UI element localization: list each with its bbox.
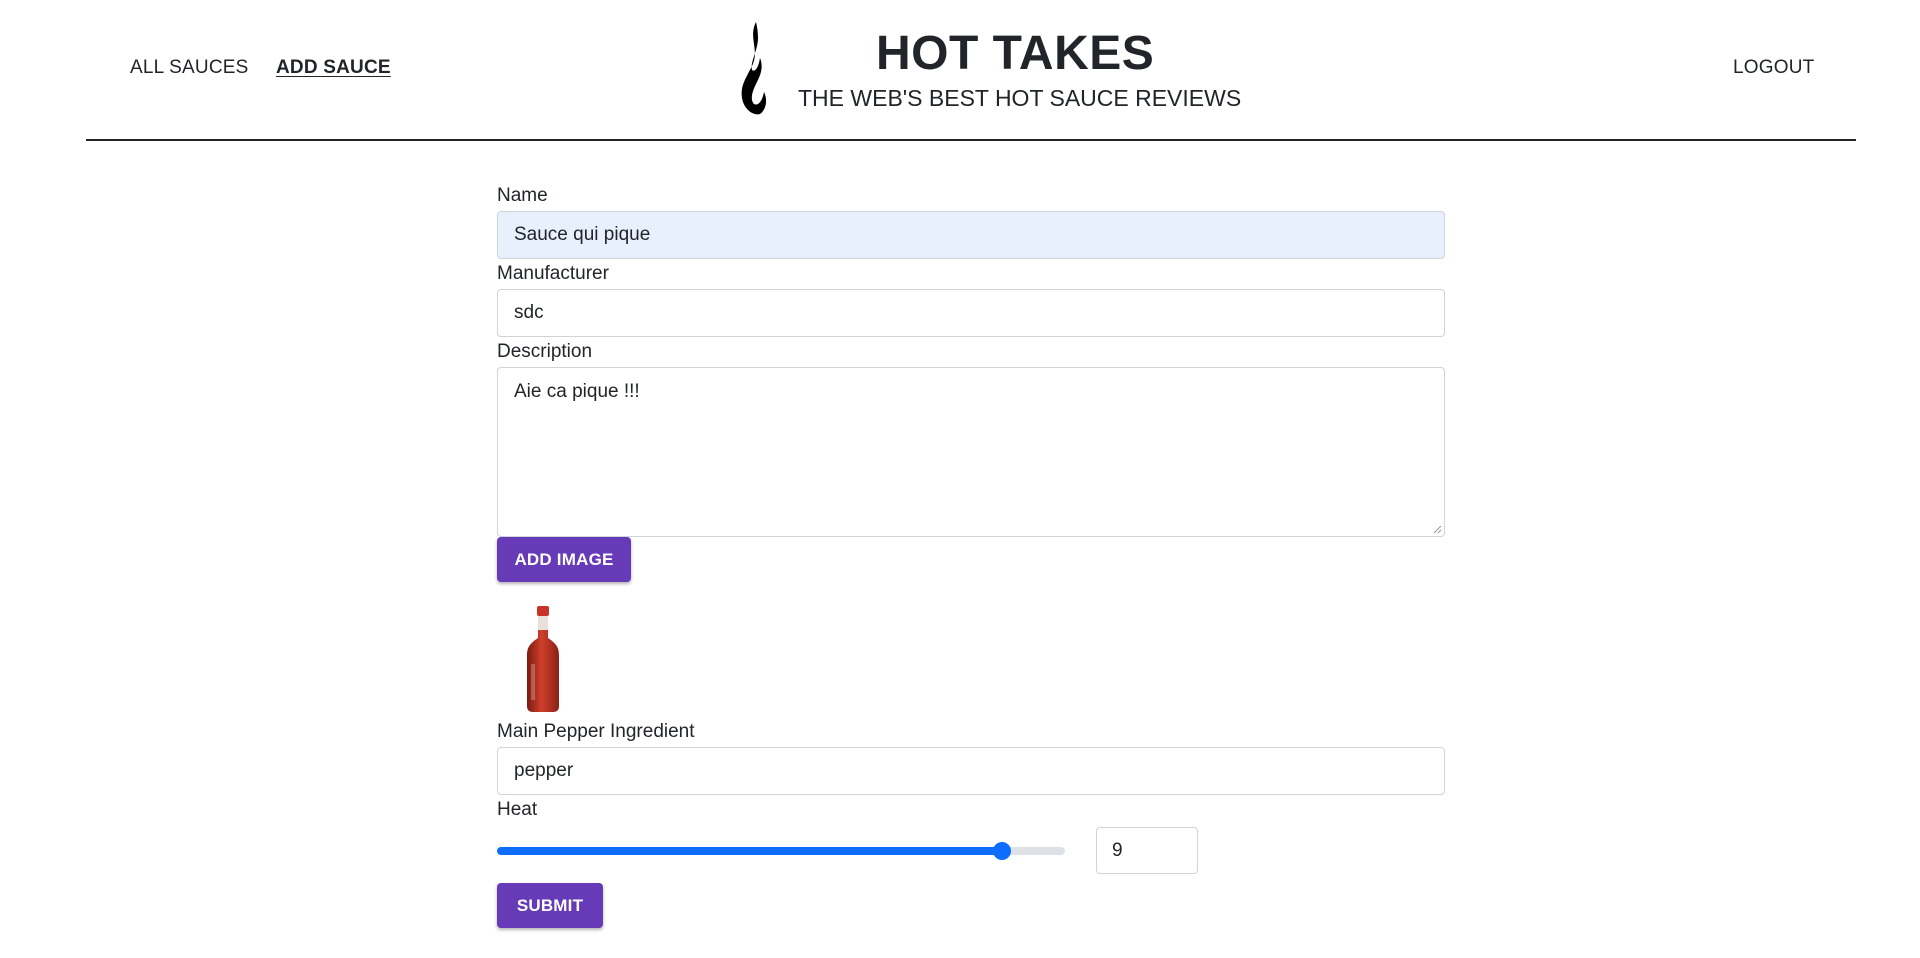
heat-label: Heat [497, 799, 538, 820]
nav-all-sauces-link[interactable]: ALL SAUCES [130, 57, 249, 79]
manufacturer-input[interactable]: sdc [497, 289, 1445, 337]
logout-link[interactable]: LOGOUT [1733, 57, 1814, 79]
brand-subtitle: THE WEB'S BEST HOT SAUCE REVIEWS [798, 85, 1242, 111]
description-text: Aie ca pique !!! [514, 381, 640, 402]
header-divider [86, 139, 1856, 141]
heat-slider[interactable] [497, 842, 1065, 860]
add-image-button[interactable]: ADD IMAGE [497, 537, 631, 582]
name-input[interactable]: Sauce qui pique [497, 211, 1445, 259]
name-label: Name [497, 185, 548, 206]
main-pepper-input[interactable]: pepper [497, 747, 1445, 795]
manufacturer-label: Manufacturer [497, 263, 609, 284]
nav-add-sauce-link[interactable]: ADD SAUCE [276, 57, 391, 79]
flame-icon [741, 22, 767, 115]
submit-button[interactable]: SUBMIT [497, 883, 603, 928]
heat-row: 9 [497, 825, 1445, 883]
heat-number-input[interactable]: 9 [1096, 827, 1198, 874]
main-pepper-label: Main Pepper Ingredient [497, 721, 695, 742]
hot-sauce-bottle-image [527, 606, 559, 712]
heat-slider-fill [497, 847, 1002, 855]
description-label: Description [497, 341, 593, 362]
add-sauce-form: Name Sauce qui pique Manufacturer sdc De… [497, 184, 1445, 928]
brand-title: HOT TAKES [876, 27, 1155, 80]
resize-grip-icon[interactable] [1433, 525, 1442, 534]
description-textarea[interactable]: Aie ca pique !!! [497, 367, 1445, 537]
heat-slider-thumb[interactable] [992, 842, 1011, 860]
site-header: ALL SAUCES ADD SAUCE HOT TAKES THE WEB'S… [0, 0, 1920, 141]
